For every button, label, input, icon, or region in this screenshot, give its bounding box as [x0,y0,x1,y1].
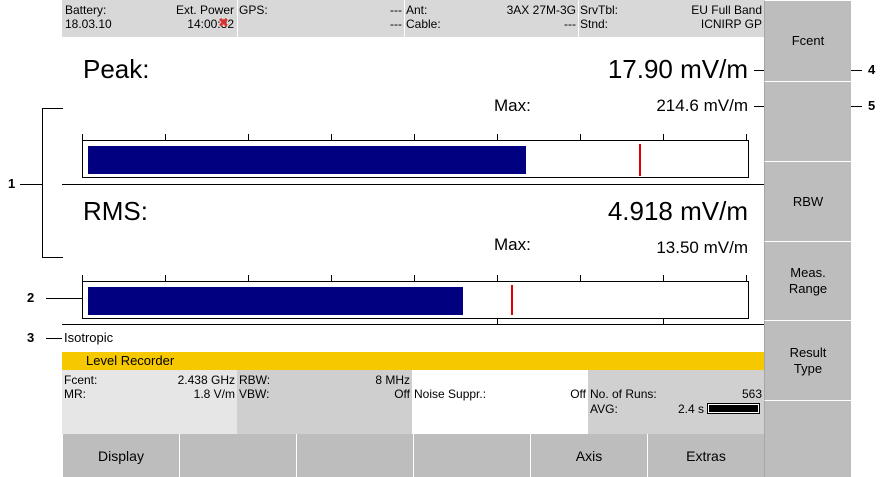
error-icon: ✖ [218,15,229,30]
rbw-label: RBW: [239,373,271,387]
callout-4: 4 [868,62,876,77]
srvtbl-value: EU Full Band [691,3,762,17]
rms-max-value: 13.50 mV/m [656,238,748,257]
lr-panel-noise: Noise Suppr.: Off [412,370,588,434]
runs-label: No. of Runs: [590,387,657,401]
ant-label: Ant: [406,3,428,17]
bottom-key-bar: Display Axis Extras [62,434,764,477]
peak-max-label: Max: [494,96,531,115]
callout-1-line [20,184,42,185]
level-recorder-header: Level Recorder [62,352,764,370]
noise-suppr-value: Off [570,387,586,401]
peak-value: 17.90 mV/m [607,54,748,84]
peak-label: Peak: [83,54,150,84]
rms-bar-fill [88,287,463,315]
callout-2-line [46,298,82,299]
stnd-value: ICNIRP GP [700,17,762,31]
runs-value: 563 [741,387,762,401]
antenna-mode: Isotropic [64,330,114,345]
vbw-value: Off [394,387,410,401]
ant-value: 3AX 27M-3G [506,3,576,17]
mr-value: 1.8 V/m [193,387,235,401]
softkey-rbw[interactable]: RBW [764,161,851,241]
lr-panel-freq: Fcent: 2.438 GHz MR: 1.8 V/m [62,370,237,434]
level-recorder-title: Level Recorder [86,353,175,368]
srvtbl-label: SrvTbl: [580,3,619,17]
vbw-label: VBW: [239,387,270,401]
callout-2: 2 [27,290,35,305]
status-bar: Battery: 18.03.10 Ext. Power 14:00:32 ✖ … [62,0,764,37]
peak-bar-fill [88,146,526,174]
gps-label: GPS: [239,3,268,17]
cable-value-left: --- [390,17,402,31]
gps-value: --- [390,3,402,17]
rms-max-marker [511,285,513,315]
peak-max-marker [639,144,641,176]
key-3[interactable] [296,434,413,477]
key-axis[interactable]: Axis [530,434,647,477]
fcent-value: 2.438 GHz [177,373,235,387]
softkey-panel: Fcent RBW Meas. Range Result Type [764,0,851,477]
battery-label: Battery: [65,3,107,17]
softkey-2[interactable] [764,81,851,161]
section-divider [62,184,764,185]
noise-suppr-label: Noise Suppr.: [414,387,487,401]
avg-value: 2.4 s [678,402,705,416]
fcent-label: Fcent: [64,373,98,387]
date: 18.03.10 [65,17,112,31]
rms-value: 4.918 mV/m [607,196,748,226]
avg-progress [707,403,760,414]
rbw-value: 8 MHz [375,373,410,387]
key-display[interactable]: Display [62,434,179,477]
softkey-result-type[interactable]: Result Type [764,320,851,400]
softkey-meas-range[interactable]: Meas. Range [764,241,851,320]
avg-progress-fill [709,405,758,412]
callout-1-bracket [42,108,63,258]
callout-3: 3 [27,330,35,345]
callout-5: 5 [868,98,876,113]
key-extras[interactable]: Extras [647,434,764,477]
rms-label: RMS: [83,196,148,226]
peak-bar [82,140,749,178]
lr-panel-bw: RBW: 8 MHz VBW: Off [237,370,412,434]
softkey-fcent[interactable]: Fcent [764,0,851,81]
key-4[interactable] [413,434,530,477]
mr-label: MR: [64,387,86,401]
cable-value: --- [564,17,576,31]
callout-3-line [46,338,62,339]
mode-divider [62,324,764,325]
rms-bar [82,281,749,319]
key-2[interactable] [179,434,296,477]
rms-max-label: Max: [494,235,531,254]
callout-1: 1 [8,176,16,191]
cable-label: Cable: [406,17,441,31]
softkey-7[interactable] [764,400,851,477]
avg-label: AVG: [590,402,618,416]
peak-max-value: 214.6 mV/m [656,96,748,115]
lr-panel-runs: No. of Runs: 563 AVG: 2.4 s [588,370,764,434]
stnd-label: Stnd: [580,17,609,31]
